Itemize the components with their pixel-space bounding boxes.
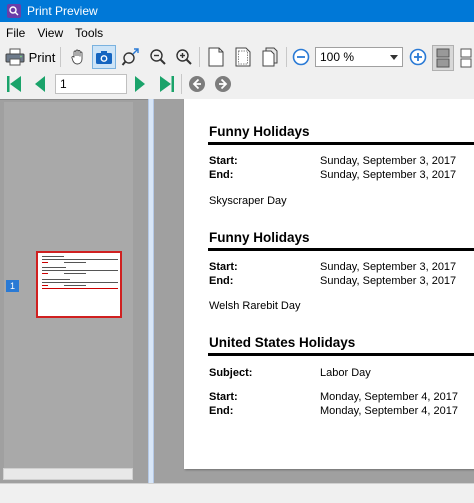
printer-icon [5,48,25,66]
end-label: End: [209,275,234,287]
page-width-button[interactable] [204,45,228,69]
start-label: Start: [209,391,238,403]
hand-icon [71,49,83,65]
camera-icon [96,51,112,64]
page-margins-icon [235,47,251,67]
previous-icon [35,76,45,92]
back-button[interactable] [187,72,207,96]
toolbar-separator [286,47,287,67]
thumbnail-line [42,267,66,268]
hand-tool-button[interactable] [66,45,90,69]
multi-page-layout-button[interactable] [458,45,474,71]
last-page-icon [160,76,174,92]
minus-circle-icon [292,48,310,66]
zoom-select[interactable]: 100 % [315,47,403,67]
thumbnail-line [42,288,118,289]
thumbnail-line [64,285,86,286]
print-button[interactable]: Print [4,45,56,69]
two-pages-button[interactable] [258,45,282,69]
start-label: Start: [209,155,238,167]
arrow-right-icon [215,76,231,92]
start-value: Sunday, September 3, 2017 [320,155,457,167]
zoom-increase-button[interactable] [407,45,429,69]
snapshot-button[interactable] [92,45,116,69]
subject-value: Labor Day [320,367,371,379]
section-title: Funny Holidays [209,230,310,245]
window-title: Print Preview [27,4,98,18]
title-bar: Print Preview [0,0,474,22]
thumbnail-line [42,270,118,271]
toolbar-separator [199,47,200,67]
menu-tools[interactable]: Tools [69,24,109,42]
menu-view[interactable]: View [31,24,69,42]
zoom-out-button[interactable] [147,45,169,69]
thumbnail-line [42,262,48,263]
thumbnail-page[interactable] [36,251,122,318]
thumbnail-line [42,282,118,283]
single-page-layout-button[interactable] [432,45,454,71]
menu-file[interactable]: File [0,24,31,42]
thumbnail-line [64,273,86,274]
start-value: Monday, September 4, 2017 [320,391,458,403]
first-page-button[interactable] [4,72,24,96]
pages-icon [262,47,278,67]
toolbar-separator [181,74,182,94]
dynamic-zoom-button[interactable] [119,45,143,69]
page-icon [208,47,224,67]
thumbnail-pane[interactable]: 1 [0,99,148,495]
end-value: Sunday, September 3, 2017 [320,169,457,181]
arrow-left-icon [189,76,205,92]
next-icon [135,76,145,92]
previous-page-button[interactable] [31,72,49,96]
event-description: Skyscraper Day [209,195,287,207]
page-number-input[interactable]: 1 [55,74,127,94]
section-rule [208,142,474,145]
print-label: Print [28,49,56,65]
thumbnail-horizontal-scrollbar[interactable] [3,468,133,480]
thumbnail-line [42,273,48,274]
section-title: United States Holidays [209,335,356,350]
layout-grid-icon [460,48,472,68]
zoom-decrease-button[interactable] [290,45,312,69]
zoom-in-button[interactable] [173,45,195,69]
end-label: End: [209,405,234,417]
thumbnail-line [42,279,70,280]
thumbnail-line [42,256,64,257]
first-page-icon [7,76,21,92]
section-rule [208,353,474,356]
end-value: Sunday, September 3, 2017 [320,275,457,287]
end-label: End: [209,169,234,181]
forward-button[interactable] [213,72,233,96]
zoom-in-icon [176,49,192,65]
thumbnail-line [42,259,118,260]
event-description: Welsh Rarebit Day [209,300,301,312]
plus-circle-icon [409,48,427,66]
end-value: Monday, September 4, 2017 [320,405,458,417]
menu-bar: File View Tools [0,24,109,42]
start-label: Start: [209,261,238,273]
start-value: Sunday, September 3, 2017 [320,261,457,273]
zoom-dynamic-icon [121,48,139,66]
section-title: Funny Holidays [209,124,310,139]
document-page: Funny Holidays Start: Sunday, September … [184,99,474,469]
print-preview-window: Print Preview File View Tools Print 100 … [0,0,474,503]
last-page-button[interactable] [157,72,177,96]
subject-label: Subject: [209,367,253,379]
thumbnail-page-number: 1 [6,280,19,292]
status-bar [0,483,474,503]
chevron-down-icon [390,55,398,60]
layout-rows-icon [436,48,450,68]
preview-area[interactable]: Funny Holidays Start: Sunday, September … [154,99,474,503]
thumbnail-line [42,285,48,286]
zoom-value: 100 % [320,50,355,64]
next-page-button[interactable] [131,72,149,96]
whole-page-button[interactable] [231,45,255,69]
thumbnail-line [64,262,86,263]
section-rule [208,248,474,251]
toolbar-separator [60,47,61,67]
zoom-out-icon [150,49,166,65]
app-icon [7,4,21,18]
